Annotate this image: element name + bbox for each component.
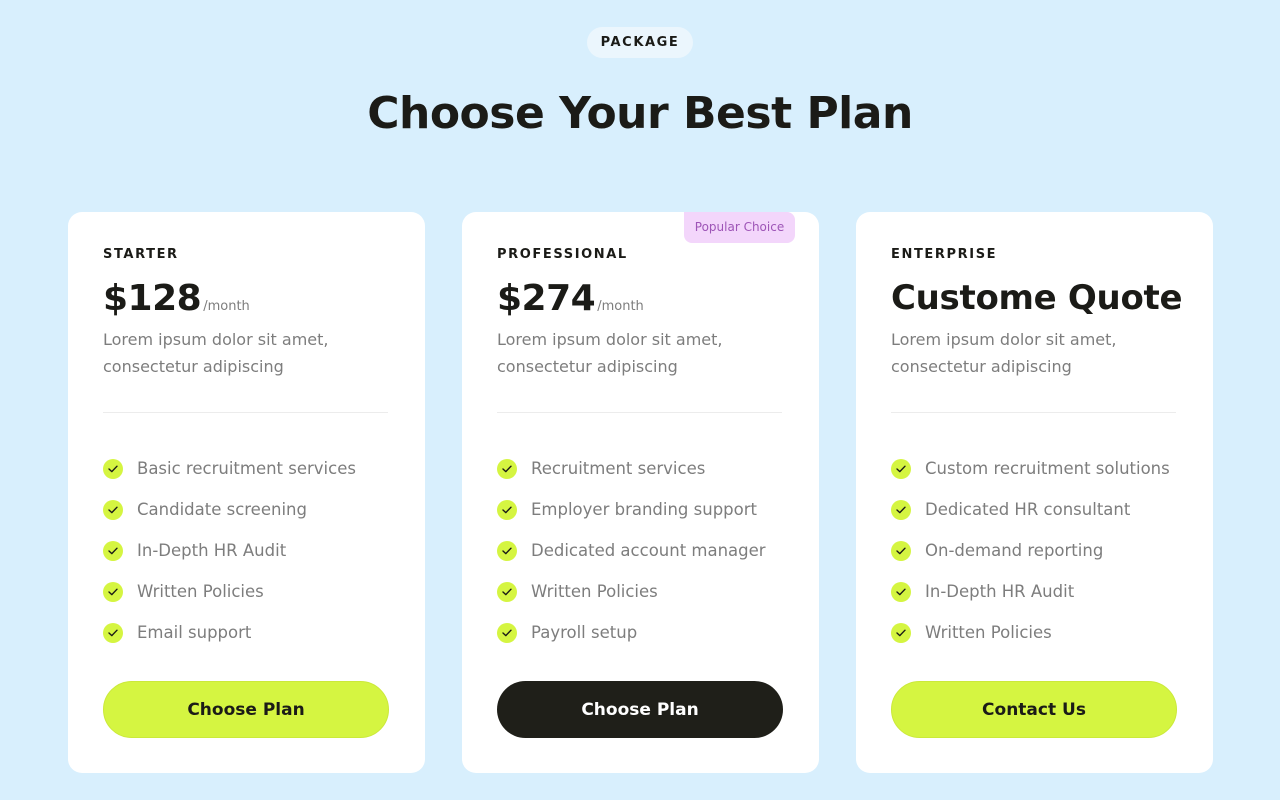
plan-price: $274 <box>497 278 596 319</box>
feature-item: Basic recruitment services <box>103 448 356 489</box>
feature-item: On-demand reporting <box>891 530 1170 571</box>
check-icon <box>103 499 123 520</box>
plan-tier: ENTERPRISE <box>891 247 998 262</box>
check-icon <box>891 458 911 479</box>
price-row: Custome Quote <box>891 278 1183 318</box>
feature-item: Custom recruitment solutions <box>891 448 1170 489</box>
feature-label: On-demand reporting <box>925 541 1104 560</box>
price-row: $274/month <box>497 278 644 319</box>
custom-quote-label: Custome Quote <box>891 278 1183 318</box>
feature-label: Written Policies <box>925 623 1052 642</box>
feature-label: Email support <box>137 623 252 642</box>
feature-label: Candidate screening <box>137 500 307 519</box>
feature-label: Employer branding support <box>531 500 758 519</box>
plan-period: /month <box>597 299 644 314</box>
feature-label: Basic recruitment services <box>137 459 356 478</box>
choose-plan-button[interactable]: Choose Plan <box>103 681 389 738</box>
feature-label: Dedicated HR consultant <box>925 500 1131 519</box>
check-icon <box>497 499 517 520</box>
plan-description: Lorem ipsum dolor sit amet, consectetur … <box>891 330 1117 376</box>
feature-label: Dedicated account manager <box>531 541 766 560</box>
plan-description: Lorem ipsum dolor sit amet, consectetur … <box>103 330 329 376</box>
feature-item: Email support <box>103 612 356 653</box>
section-badge: PACKAGE <box>586 27 694 58</box>
check-icon <box>497 622 517 643</box>
plan-card-enterprise: ENTERPRISE Custome Quote Lorem ipsum dol… <box>856 212 1213 773</box>
price-row: $128/month <box>103 278 250 319</box>
feature-label: In-Depth HR Audit <box>925 582 1075 601</box>
feature-list: Custom recruitment solutions Dedicated H… <box>891 448 1170 653</box>
check-icon <box>891 499 911 520</box>
page-title: Choose Your Best Plan <box>367 88 913 139</box>
divider <box>497 412 782 413</box>
feature-item: Recruitment services <box>497 448 766 489</box>
check-icon <box>103 540 123 561</box>
feature-item: Written Policies <box>103 571 356 612</box>
contact-us-button[interactable]: Contact Us <box>891 681 1177 738</box>
feature-label: In-Depth HR Audit <box>137 541 287 560</box>
feature-label: Written Policies <box>531 582 658 601</box>
feature-item: Dedicated account manager <box>497 530 766 571</box>
feature-item: Written Policies <box>497 571 766 612</box>
feature-item: Payroll setup <box>497 612 766 653</box>
popular-choice-badge: Popular Choice <box>684 212 795 243</box>
feature-list: Recruitment services Employer branding s… <box>497 448 766 653</box>
choose-plan-button[interactable]: Choose Plan <box>497 681 783 738</box>
check-icon <box>497 540 517 561</box>
plan-description: Lorem ipsum dolor sit amet, consectetur … <box>497 330 723 376</box>
feature-item: Dedicated HR consultant <box>891 489 1170 530</box>
feature-label: Payroll setup <box>531 623 638 642</box>
plan-period: /month <box>203 299 250 314</box>
plan-card-starter: STARTER $128/month Lorem ipsum dolor sit… <box>68 212 425 773</box>
feature-item: Candidate screening <box>103 489 356 530</box>
check-icon <box>103 581 123 602</box>
feature-list: Basic recruitment services Candidate scr… <box>103 448 356 653</box>
check-icon <box>103 622 123 643</box>
feature-item: Employer branding support <box>497 489 766 530</box>
plan-tier: PROFESSIONAL <box>497 247 628 262</box>
check-icon <box>891 581 911 602</box>
plan-price: $128 <box>103 278 202 319</box>
divider <box>103 412 388 413</box>
feature-item: In-Depth HR Audit <box>103 530 356 571</box>
plan-tier: STARTER <box>103 247 179 262</box>
feature-item: Written Policies <box>891 612 1170 653</box>
badge-wrapper: PACKAGE <box>0 27 1280 58</box>
feature-item: In-Depth HR Audit <box>891 571 1170 612</box>
feature-label: Recruitment services <box>531 459 706 478</box>
feature-label: Written Policies <box>137 582 264 601</box>
plan-card-professional: Popular Choice PROFESSIONAL $274/month L… <box>462 212 819 773</box>
check-icon <box>497 581 517 602</box>
check-icon <box>497 458 517 479</box>
divider <box>891 412 1176 413</box>
check-icon <box>103 458 123 479</box>
check-icon <box>891 622 911 643</box>
feature-label: Custom recruitment solutions <box>925 459 1170 478</box>
check-icon <box>891 540 911 561</box>
